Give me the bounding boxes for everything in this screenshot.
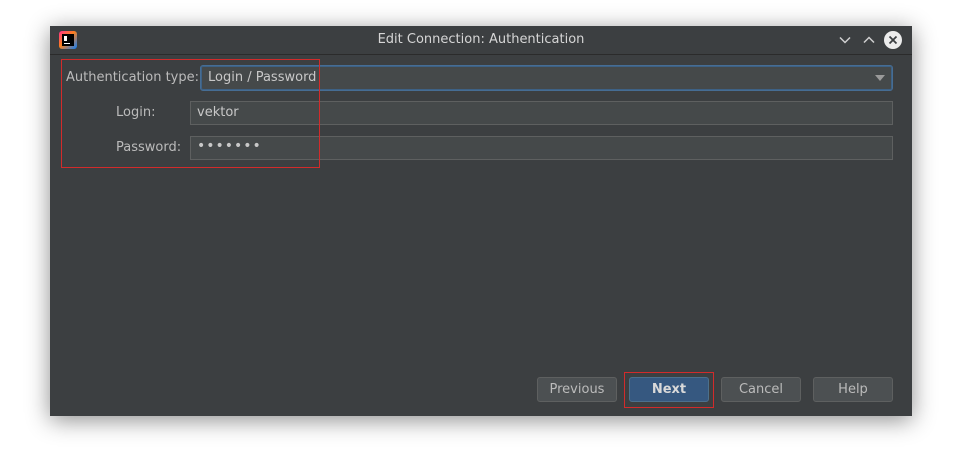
cancel-button[interactable]: Cancel [721, 377, 801, 402]
previous-button[interactable]: Previous [537, 377, 617, 402]
close-icon [888, 35, 898, 45]
maximize-button[interactable] [860, 31, 878, 49]
chevron-down-icon [839, 36, 851, 44]
window-title: Edit Connection: Authentication [377, 32, 585, 47]
help-button[interactable]: Help [813, 377, 893, 402]
title-bar[interactable]: Edit Connection: Authentication [50, 26, 912, 55]
minimize-button[interactable] [836, 31, 854, 49]
highlight-box-form [61, 59, 320, 168]
close-button[interactable] [884, 31, 902, 49]
chevron-up-icon [863, 36, 875, 44]
next-button[interactable]: Next [629, 377, 709, 402]
dialog-window: Edit Connection: Authentication Authenti… [50, 26, 912, 416]
dropdown-arrow-icon [875, 75, 885, 81]
